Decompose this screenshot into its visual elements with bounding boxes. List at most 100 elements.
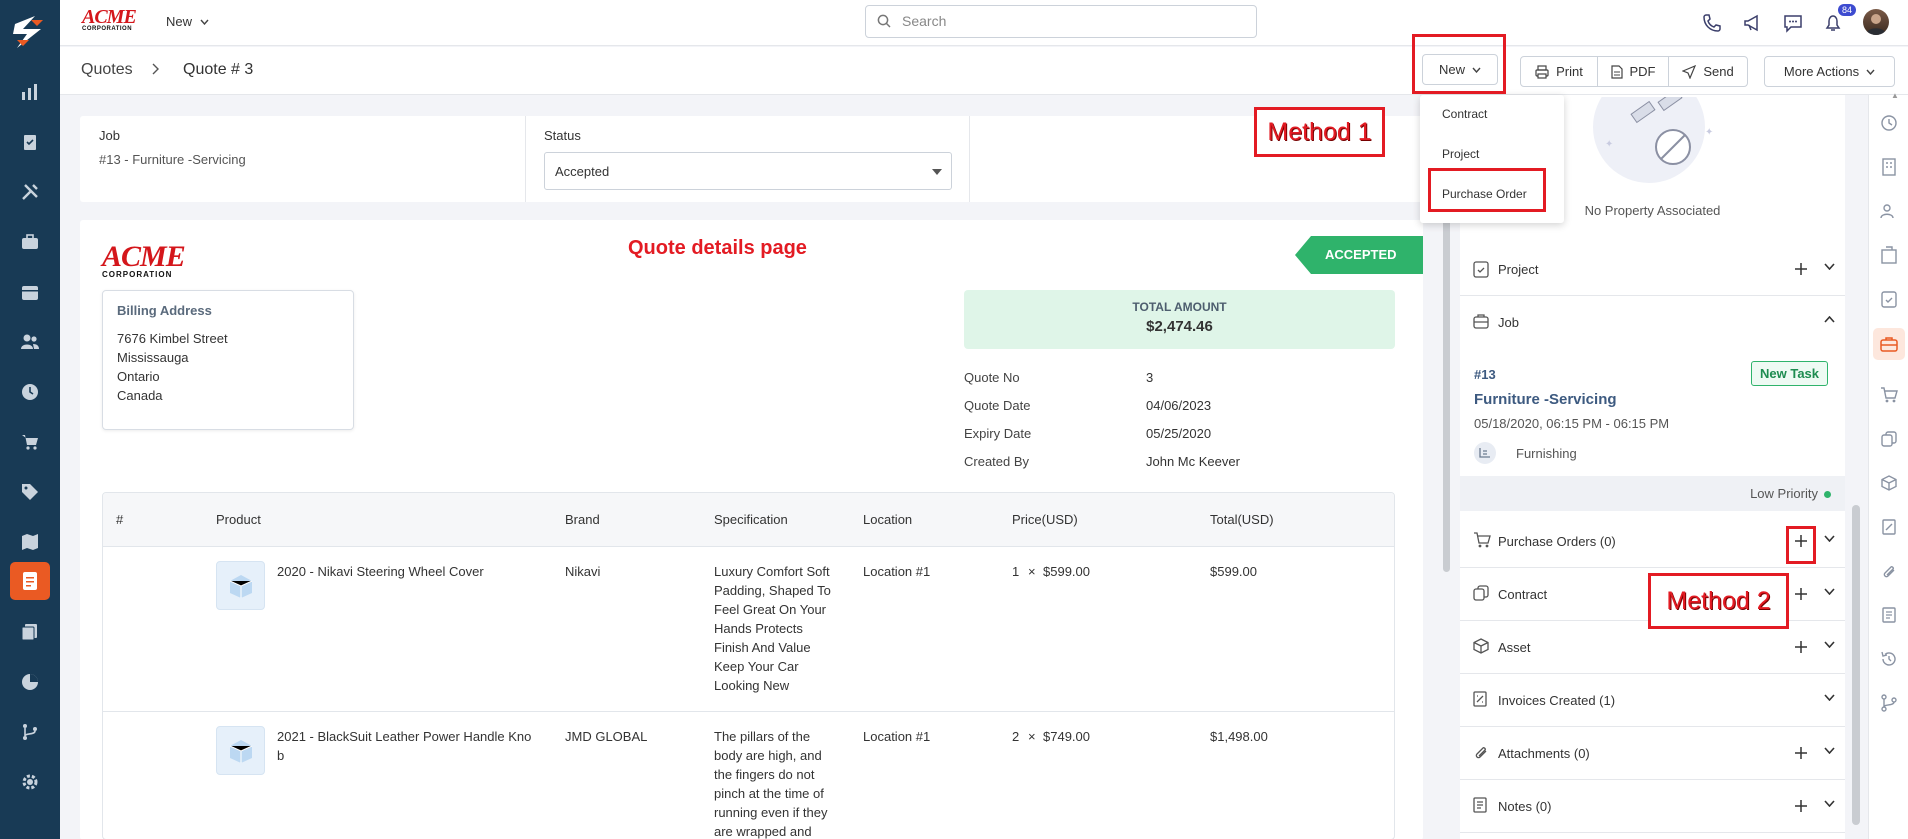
billing-line: Ontario: [117, 369, 160, 384]
workflow-icon[interactable]: [18, 720, 42, 744]
phone-icon[interactable]: [1699, 10, 1725, 36]
invoice-icon: [1473, 691, 1487, 707]
reports-pie-icon[interactable]: [18, 670, 42, 694]
cart-icon[interactable]: [1879, 385, 1899, 405]
add-asset-icon[interactable]: [1790, 636, 1812, 658]
tasks-icon[interactable]: [18, 130, 42, 154]
section-project-label: Project: [1498, 262, 1539, 277]
office-icon[interactable]: [1879, 245, 1899, 265]
chat-icon[interactable]: [1780, 10, 1806, 36]
invoice-icon[interactable]: [1879, 517, 1899, 537]
top-new-menu[interactable]: New: [166, 14, 209, 29]
add-note-icon[interactable]: [1790, 795, 1812, 817]
dashboard-icon[interactable]: [18, 80, 42, 104]
megaphone-icon[interactable]: [1740, 10, 1766, 36]
workflow-icon[interactable]: [1879, 693, 1899, 713]
briefcase-icon[interactable]: [18, 230, 42, 254]
section-invoices[interactable]: Invoices Created (1): [1460, 674, 1845, 727]
map-icon[interactable]: [18, 530, 42, 554]
job-link[interactable]: #13 - Furniture -Servicing: [99, 152, 246, 167]
quotes-icon[interactable]: [10, 562, 50, 600]
breadcrumb-quotes[interactable]: Quotes: [81, 61, 133, 79]
print-button-label: Print: [1556, 64, 1583, 79]
copy-icon[interactable]: [1879, 429, 1899, 449]
chevron-down-icon[interactable]: [1824, 694, 1835, 701]
section-job-label: Job: [1498, 315, 1519, 330]
status-select[interactable]: Accepted: [544, 152, 952, 190]
cube-icon[interactable]: [1879, 473, 1899, 493]
satellite-illustration-icon: ✦✦: [1593, 97, 1713, 183]
clipboard-check-icon: [1473, 260, 1489, 278]
chevron-down-icon[interactable]: [1824, 747, 1835, 754]
note-icon[interactable]: [1879, 605, 1899, 625]
product-spec-line: the fingers do not: [714, 767, 815, 782]
chevron-up-icon[interactable]: [1824, 316, 1835, 323]
chevron-down-icon[interactable]: [1824, 263, 1835, 270]
clipboard-check-icon[interactable]: [1879, 289, 1899, 309]
app-logo-icon[interactable]: [9, 12, 49, 52]
section-project[interactable]: Project: [1460, 243, 1845, 296]
search-box[interactable]: [865, 5, 1257, 38]
section-contract-label: Contract: [1498, 587, 1548, 602]
user-avatar[interactable]: [1863, 9, 1889, 35]
tag-icon[interactable]: [18, 480, 42, 504]
brand-logo-text: ACME: [82, 6, 137, 28]
contacts-icon[interactable]: [1879, 201, 1899, 221]
paperclip-icon[interactable]: [1879, 561, 1899, 581]
chevron-down-icon[interactable]: [1824, 535, 1835, 542]
calendar-icon[interactable]: [18, 280, 42, 304]
new-button-label: New: [1438, 62, 1465, 77]
history-clock-icon[interactable]: [1879, 113, 1899, 133]
quote-brand-logo-text: ACME: [102, 240, 186, 273]
add-attachment-icon[interactable]: [1790, 742, 1812, 764]
col-header-location: Location: [863, 512, 913, 527]
pdf-button-label: PDF: [1629, 64, 1656, 79]
dropdown-item-project[interactable]: Project: [1442, 147, 1479, 161]
job-label: Job: [99, 128, 120, 143]
product-spec-line: Luxury Comfort Soft: [714, 564, 830, 579]
col-header-total: Total(USD): [1210, 512, 1274, 527]
quote-brand-logo-subtext: CORPORATION: [102, 270, 173, 279]
product-total: $1,498.00: [1210, 729, 1268, 744]
add-project-icon[interactable]: [1790, 258, 1812, 280]
section-attachments[interactable]: Attachments (0): [1460, 727, 1845, 780]
section-asset-label: Asset: [1498, 640, 1531, 655]
documents-icon[interactable]: [18, 620, 42, 644]
users-icon[interactable]: [18, 330, 42, 354]
chevron-down-icon[interactable]: [1824, 800, 1835, 807]
chevron-down-icon[interactable]: [1824, 588, 1835, 595]
section-notes[interactable]: Notes (0): [1460, 780, 1845, 833]
history-icon[interactable]: [1879, 649, 1899, 669]
add-purchase-order-icon[interactable]: [1790, 530, 1812, 552]
section-purchase-orders[interactable]: Purchase Orders (0): [1460, 515, 1845, 568]
scrollbar-thumb[interactable]: [1852, 505, 1860, 825]
new-button[interactable]: New: [1422, 54, 1498, 85]
breadcrumb-current: Quote # 3: [183, 61, 254, 78]
rail-scroll-up-icon[interactable]: ▲: [1891, 91, 1899, 100]
briefcase-icon[interactable]: [1873, 328, 1905, 360]
add-contract-icon[interactable]: [1790, 583, 1812, 605]
cart-icon[interactable]: [18, 430, 42, 454]
col-header-price: Price(USD): [1012, 512, 1078, 527]
dropdown-item-purchase-order[interactable]: Purchase Order: [1442, 187, 1527, 201]
right-panel-scrollbar[interactable]: [1852, 95, 1860, 839]
chevron-down-icon[interactable]: [1824, 641, 1835, 648]
building-icon[interactable]: [1879, 157, 1899, 177]
search-input[interactable]: [902, 13, 1242, 29]
more-actions-button[interactable]: More Actions: [1764, 56, 1895, 87]
job-title-link[interactable]: Furniture -Servicing: [1474, 391, 1617, 408]
brand-logo[interactable]: ACME CORPORATION: [82, 6, 137, 32]
print-button[interactable]: Print: [1520, 56, 1598, 87]
svg-text:✦: ✦: [1605, 139, 1613, 150]
clock-icon[interactable]: [18, 380, 42, 404]
settings-gear-icon[interactable]: [18, 770, 42, 794]
quote-no-value: 3: [1146, 370, 1154, 385]
expiry-date-label: Expiry Date: [964, 426, 1032, 441]
send-button[interactable]: Send: [1668, 56, 1748, 87]
main-content: Job #13 - Furniture -Servicing Status Ac…: [80, 116, 1423, 839]
pdf-button[interactable]: PDF: [1597, 56, 1669, 87]
products-table: # Product Brand Specification Location P…: [102, 492, 1395, 839]
tools-icon[interactable]: [18, 180, 42, 204]
dropdown-item-contract[interactable]: Contract: [1442, 107, 1487, 121]
section-job[interactable]: Job: [1460, 296, 1845, 348]
